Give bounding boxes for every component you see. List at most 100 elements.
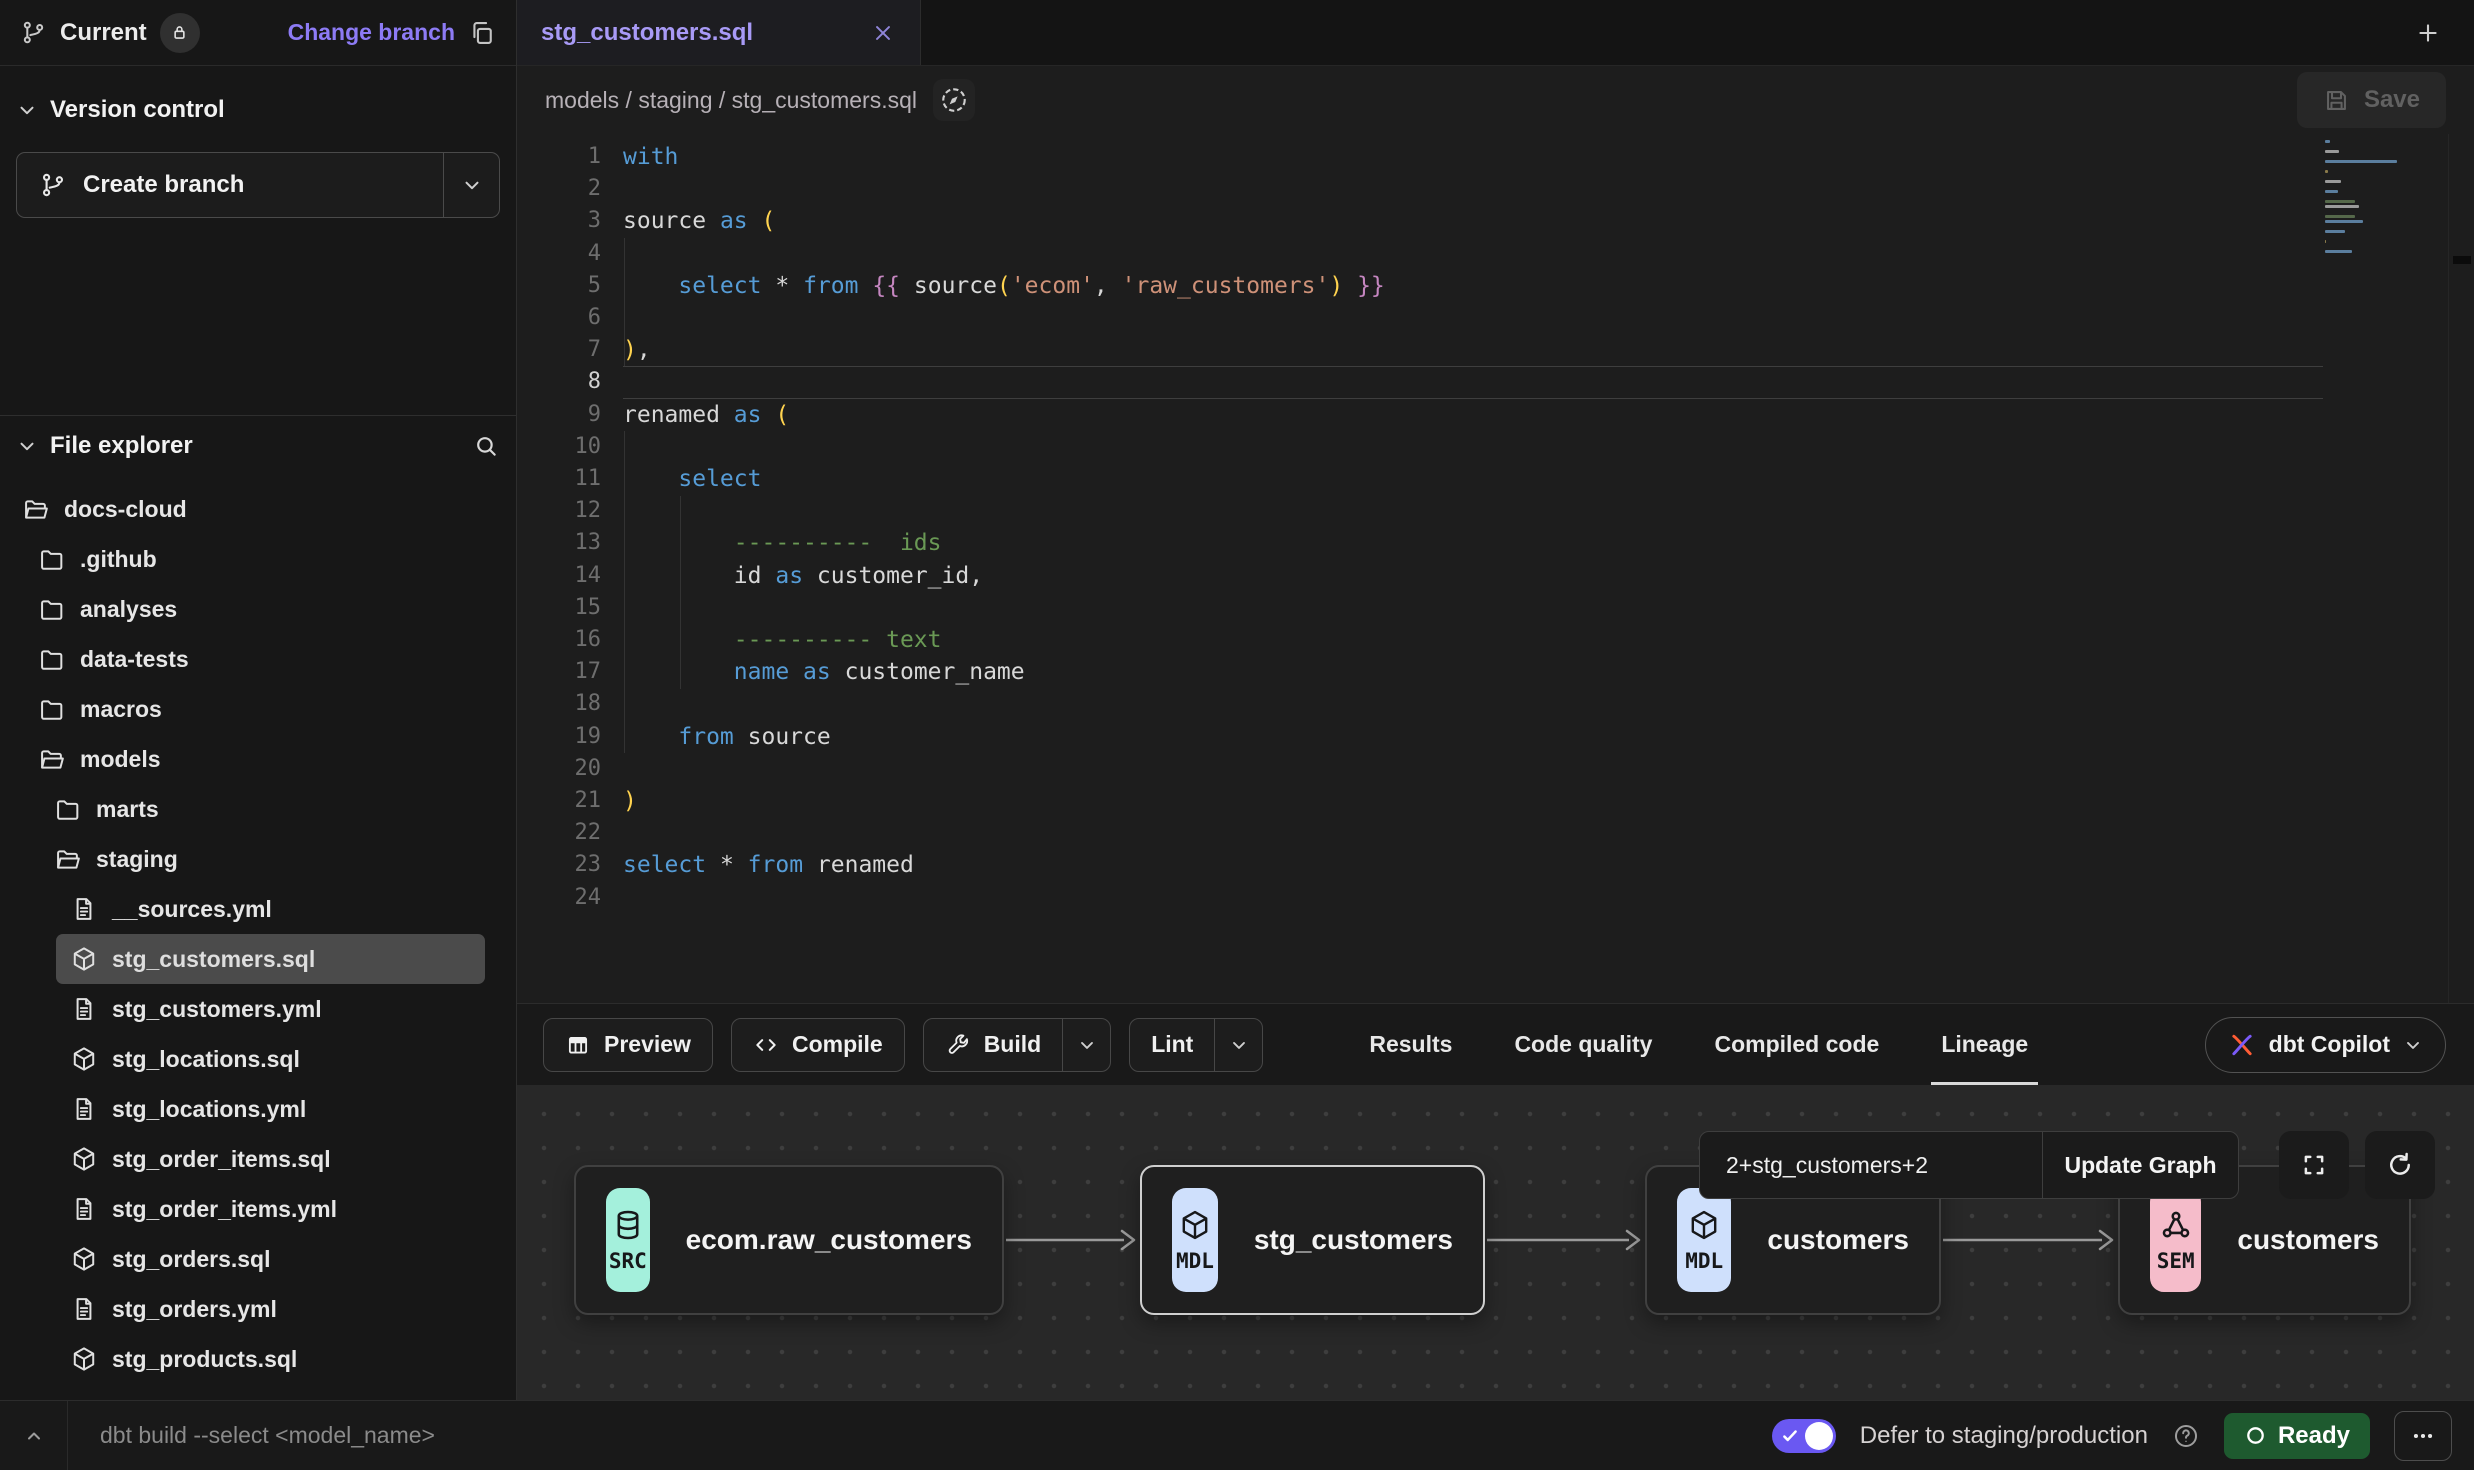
code-line[interactable]	[623, 238, 1385, 270]
new-tab-button[interactable]	[2408, 13, 2448, 53]
tree-item-stg-locations-yml[interactable]: stg_locations.yml	[14, 1084, 501, 1134]
file-icon	[70, 1095, 98, 1123]
folder-icon	[54, 795, 82, 823]
save-button[interactable]: Save	[2297, 72, 2446, 128]
tree-item-label: stg_customers.yml	[112, 996, 322, 1023]
defer-toggle[interactable]	[1772, 1419, 1836, 1453]
code-line[interactable]	[623, 688, 1385, 720]
minimap[interactable]	[2325, 140, 2447, 260]
file-explorer-header[interactable]: File explorer	[14, 432, 501, 460]
chevron-down-icon	[461, 174, 483, 196]
line-number: 20	[517, 753, 601, 785]
compile-button[interactable]: Compile	[731, 1018, 905, 1072]
code-line[interactable]: )	[623, 785, 1385, 817]
code-line[interactable]: name as customer_name	[623, 656, 1385, 688]
update-graph-button[interactable]: Update Graph	[2042, 1132, 2238, 1198]
lineage-node-mdl-stg-customers[interactable]: MDLstg_customers	[1140, 1165, 1485, 1315]
code-line[interactable]	[623, 366, 1385, 398]
bottom-bar: dbt build --select <model_name> Defer to…	[0, 1400, 2474, 1470]
tree-item-stg-orders-yml[interactable]: stg_orders.yml	[14, 1284, 501, 1334]
tree-item-sources-yml[interactable]: __sources.yml	[14, 884, 501, 934]
change-branch-link[interactable]: Change branch	[288, 19, 455, 46]
lint-caret[interactable]	[1214, 1019, 1262, 1071]
tree-item-analyses[interactable]: analyses	[14, 584, 501, 634]
code-line[interactable]	[623, 302, 1385, 334]
build-caret[interactable]	[1062, 1019, 1110, 1071]
code-line[interactable]	[623, 592, 1385, 624]
code-line[interactable]	[623, 753, 1385, 785]
lint-main[interactable]: Lint	[1130, 1019, 1214, 1071]
node-badge-src: SRC	[606, 1188, 650, 1292]
tree-item-stg-products-sql[interactable]: stg_products.sql	[14, 1334, 501, 1384]
panel-tab-lineage[interactable]: Lineage	[1941, 1004, 2028, 1085]
code-line[interactable]: select	[623, 463, 1385, 495]
copilot-compass-button[interactable]	[933, 79, 975, 121]
fullscreen-icon	[2299, 1150, 2329, 1180]
tree-item-stg-locations-sql[interactable]: stg_locations.sql	[14, 1034, 501, 1084]
tree-item-staging[interactable]: staging	[14, 834, 501, 884]
tree-item-stg-order-items-yml[interactable]: stg_order_items.yml	[14, 1184, 501, 1234]
panel-tab-compiled-code[interactable]: Compiled code	[1714, 1004, 1879, 1085]
close-icon[interactable]	[870, 20, 896, 46]
code-line[interactable]	[623, 173, 1385, 205]
code-line[interactable]	[623, 431, 1385, 463]
create-branch-caret[interactable]	[443, 153, 499, 217]
tree-item-docs-cloud[interactable]: docs-cloud	[14, 484, 501, 534]
minimap-line	[2325, 250, 2352, 253]
code-line[interactable]: ---------- ids	[623, 527, 1385, 559]
editor-scrollbar[interactable]	[2448, 134, 2474, 1003]
lineage-node-src-ecom-raw-customers[interactable]: SRCecom.raw_customers	[574, 1165, 1004, 1315]
lineage-panel[interactable]: SRCecom.raw_customersMDLstg_customersMDL…	[517, 1085, 2474, 1400]
tab-stg-customers-sql[interactable]: stg_customers.sql	[517, 0, 921, 65]
tree-item-stg-orders-sql[interactable]: stg_orders.sql	[14, 1234, 501, 1284]
line-number: 15	[517, 592, 601, 624]
code-line[interactable]: ---------- text	[623, 624, 1385, 656]
tree-item-macros[interactable]: macros	[14, 684, 501, 734]
selector-input[interactable]: 2+stg_customers+2	[1700, 1132, 2042, 1198]
minimap-line	[2325, 140, 2330, 143]
code-line[interactable]: id as customer_id,	[623, 560, 1385, 592]
panel-tab-code-quality[interactable]: Code quality	[1514, 1004, 1652, 1085]
code-content[interactable]: with source as ( select * from {{ source…	[623, 141, 1385, 914]
code-line[interactable]: select * from {{ source('ecom', 'raw_cus…	[623, 270, 1385, 302]
fullscreen-button[interactable]	[2279, 1131, 2349, 1199]
code-line[interactable]: with	[623, 141, 1385, 173]
tree-item-models[interactable]: models	[14, 734, 501, 784]
code-line[interactable]: source as (	[623, 205, 1385, 237]
search-icon[interactable]	[473, 433, 499, 459]
scrollbar-thumb[interactable]	[2453, 256, 2471, 264]
build-main[interactable]: Build	[924, 1019, 1063, 1071]
code-line[interactable]: select * from renamed	[623, 849, 1385, 881]
tree-item-label: staging	[96, 846, 178, 873]
version-control-header[interactable]: Version control	[16, 96, 500, 124]
tree-item-stg-customers-sql[interactable]: stg_customers.sql	[56, 934, 485, 984]
code-line[interactable]	[623, 817, 1385, 849]
refresh-button[interactable]	[2365, 1131, 2435, 1199]
code-line[interactable]	[623, 882, 1385, 914]
dbt-copilot-button[interactable]: dbt Copilot	[2205, 1017, 2446, 1073]
dbt-copilot-icon	[2228, 1031, 2256, 1059]
preview-button[interactable]: Preview	[543, 1018, 713, 1072]
tree-item-stg-customers-yml[interactable]: stg_customers.yml	[14, 984, 501, 1034]
minimap-line	[2325, 190, 2338, 193]
create-branch-main[interactable]: Create branch	[17, 153, 443, 217]
code-line[interactable]: ),	[623, 334, 1385, 366]
help-icon[interactable]	[2172, 1422, 2200, 1450]
tree-item-github[interactable]: .github	[14, 534, 501, 584]
copy-icon[interactable]	[468, 19, 496, 47]
code-line[interactable]: from source	[623, 721, 1385, 753]
code-icon	[753, 1032, 779, 1058]
code-line[interactable]	[623, 495, 1385, 527]
editor-toolbar: Preview Compile Build	[517, 1003, 2474, 1085]
line-number: 11	[517, 463, 601, 495]
tree-item-stg-order-items-sql[interactable]: stg_order_items.sql	[14, 1134, 501, 1184]
command-input[interactable]: dbt build --select <model_name>	[68, 1422, 1772, 1449]
status-ready-badge[interactable]: Ready	[2224, 1413, 2370, 1459]
tree-item-data-tests[interactable]: data-tests	[14, 634, 501, 684]
tree-item-marts[interactable]: marts	[14, 784, 501, 834]
code-line[interactable]: renamed as (	[623, 399, 1385, 431]
panel-tab-results[interactable]: Results	[1369, 1004, 1452, 1085]
code-editor[interactable]: 123456789101112131415161718192021222324 …	[517, 134, 2474, 1003]
panel-collapse-button[interactable]	[0, 1401, 68, 1470]
more-button[interactable]	[2394, 1411, 2452, 1461]
